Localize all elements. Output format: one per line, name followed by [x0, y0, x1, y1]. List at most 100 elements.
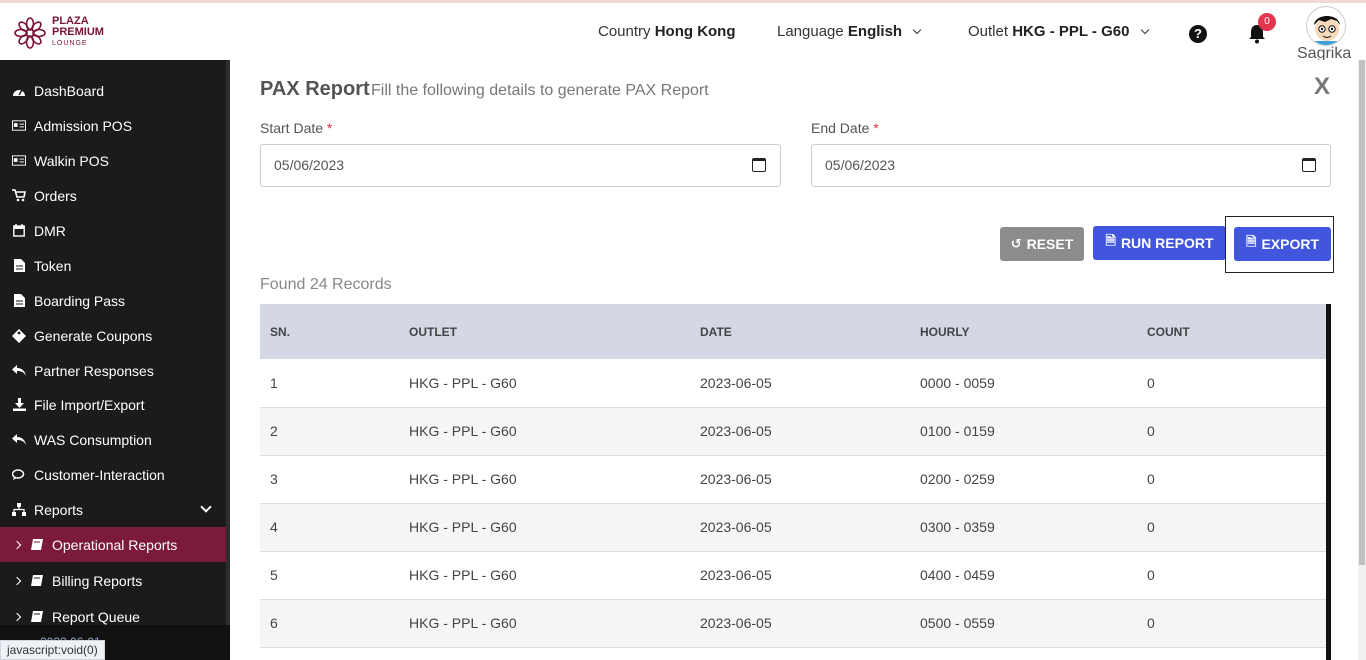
cell-outlet: HKG - PPL - G60 [399, 407, 690, 456]
cell-count: 0 [1137, 503, 1326, 552]
sidebar-item-boarding-pass[interactable]: Boarding Pass [0, 283, 226, 318]
question-circle-icon[interactable]: ? [1189, 25, 1207, 43]
book-icon [30, 610, 44, 624]
sidebar-item-label: Boarding Pass [34, 292, 126, 309]
sidebar-item-label: Token [34, 257, 72, 274]
sidebar-item-label: Orders [34, 187, 77, 204]
column-header-count[interactable]: COUNT [1137, 304, 1326, 359]
sidebar-item-was-consumption[interactable]: WAS Consumption [0, 422, 226, 457]
book-icon [30, 538, 44, 552]
sitemap-icon [12, 503, 26, 517]
sidebar-item-reports[interactable]: Reports [0, 492, 226, 527]
sidebar-item-label: Admission POS [34, 117, 133, 134]
table-row: 1 HKG - PPL - G60 2023-06-05 0000 - 0059… [260, 359, 1326, 408]
sidebar-item-label: Walkin POS [34, 152, 109, 169]
start-date-label: Start Date * [260, 120, 332, 136]
end-date-input[interactable]: 05/06/2023 [811, 144, 1331, 187]
sidebar-item-label: WAS Consumption [34, 431, 152, 448]
chevron-down-icon [1140, 25, 1149, 35]
pax-report-panel: PAX Report Fill the following details to… [230, 60, 1358, 660]
dashboard-icon [12, 84, 26, 98]
outlet-value: HKG - PPL - G60 [1012, 23, 1130, 40]
column-header-sn[interactable]: SN. [260, 304, 399, 359]
page-scrollbar[interactable] [1358, 60, 1366, 660]
close-button[interactable]: X [1314, 73, 1330, 101]
page-scrollbar-thumb[interactable] [1359, 60, 1365, 565]
history-icon: ↺ [1010, 236, 1022, 251]
table-row: 4 HKG - PPL - G60 2023-06-05 0300 - 0359… [260, 503, 1326, 552]
required-mark: * [873, 120, 879, 136]
cell-date: 2023-06-05 [690, 407, 910, 456]
cell-outlet: HKG - PPL - G60 [399, 599, 690, 648]
page-subtitle: Fill the following details to generate P… [371, 82, 709, 99]
end-date-label: End Date * [811, 120, 879, 136]
top-header: PLAZA PREMIUM LOUNGE Country Hong Kong L… [0, 3, 1366, 62]
sidebar-item-label: Customer-Interaction [34, 466, 165, 483]
plaza-premium-logo[interactable]: PLAZA PREMIUM LOUNGE [14, 16, 104, 49]
cell-count: 0 [1137, 359, 1326, 408]
country-display: Country Hong Kong [598, 23, 736, 40]
outlet-dropdown[interactable]: Outlet HKG - PPL - G60 [968, 23, 1149, 40]
run-report-button-label: RUN REPORT [1120, 235, 1214, 251]
start-date-input[interactable]: 05/06/2023 [260, 144, 781, 187]
sidebar-item-walkin-pos[interactable]: Walkin POS [0, 143, 226, 178]
language-value: English [847, 23, 903, 40]
start-date-label-text: Start Date [260, 120, 324, 136]
chevron-down-icon [913, 25, 922, 35]
table-row: 6 HKG - PPL - G60 2023-06-05 0500 - 0559… [260, 599, 1326, 648]
sidebar-item-partner-responses[interactable]: Partner Responses [0, 353, 226, 388]
cell-date: 2023-06-05 [690, 503, 910, 552]
cart-icon [12, 189, 26, 203]
cell-outlet: HKG - PPL - G60 [399, 503, 690, 552]
reset-button-label: RESET [1026, 236, 1074, 252]
calendar-icon[interactable] [1302, 158, 1316, 172]
cell-date: 2023-06-05 [690, 599, 910, 648]
records-count: Found 24 Records [260, 276, 392, 293]
logo-line-premium: PREMIUM [52, 26, 104, 38]
run-report-button[interactable]: 🗎 RUN REPORT [1093, 226, 1226, 260]
sidebar-item-token[interactable]: Token [0, 248, 226, 283]
file-text-icon: 🗎 [1105, 233, 1116, 248]
browser-status-url: javascript:void(0) [0, 640, 105, 660]
sidebar-item-admission-pos[interactable]: Admission POS [0, 108, 226, 143]
table-scrollbar[interactable] [1326, 304, 1331, 660]
chevron-right-icon [12, 540, 22, 549]
sidebar-item-label: DashBoard [34, 82, 105, 99]
chat-icon [12, 468, 26, 482]
column-header-date[interactable]: DATE [690, 304, 910, 359]
file-icon [12, 259, 26, 273]
sidebar-item-label: File Import/Export [34, 396, 145, 413]
language-dropdown[interactable]: Language English [777, 23, 922, 40]
cell-sn: 5 [260, 551, 399, 600]
sidebar-item-dashboard[interactable]: DashBoard [0, 73, 226, 108]
calendar-icon[interactable] [752, 158, 766, 172]
sidebar-subitem-operational-reports[interactable]: Operational Reports [0, 527, 226, 562]
sidebar-subitem-label: Billing Reports [52, 572, 143, 589]
table-row: 3 HKG - PPL - G60 2023-06-05 0200 - 0259… [260, 455, 1326, 504]
user-avatar[interactable] [1306, 6, 1346, 46]
user-avatar-image [1314, 16, 1340, 45]
sidebar-item-generate-coupons[interactable]: Generate Coupons [0, 318, 226, 353]
cell-sn: 6 [260, 599, 399, 648]
column-header-outlet[interactable]: OUTLET [399, 304, 690, 359]
cell-sn: 3 [260, 455, 399, 504]
logo-line-lounge: LOUNGE [52, 40, 88, 47]
ticket-icon [12, 328, 26, 343]
export-button[interactable]: 🗎 EXPORT [1234, 227, 1331, 261]
required-mark: * [326, 120, 333, 136]
sidebar-subitem-billing-reports[interactable]: Billing Reports [0, 563, 226, 598]
cell-sn: 1 [260, 359, 399, 408]
language-label: Language [777, 23, 844, 40]
table-row: 2 HKG - PPL - G60 2023-06-05 0100 - 0159… [260, 407, 1326, 456]
table-row: 5 HKG - PPL - G60 2023-06-05 0400 - 0459… [260, 551, 1326, 600]
sidebar-item-dmr[interactable]: DMR [0, 213, 226, 248]
sidebar-item-orders[interactable]: Orders [0, 178, 226, 213]
sidebar-item-customer-interaction[interactable]: Customer-Interaction [0, 457, 226, 492]
reply-icon [12, 364, 26, 378]
sidebar: DashBoard Admission POS Walkin POS Order… [0, 60, 230, 660]
cell-hourly: 0300 - 0359 [910, 503, 1137, 552]
reset-button[interactable]: ↺ RESET [1000, 227, 1084, 261]
column-header-hourly[interactable]: HOURLY [910, 304, 1137, 359]
sidebar-item-file-import-export[interactable]: File Import/Export [0, 387, 226, 422]
cell-hourly: 0100 - 0159 [910, 407, 1137, 456]
